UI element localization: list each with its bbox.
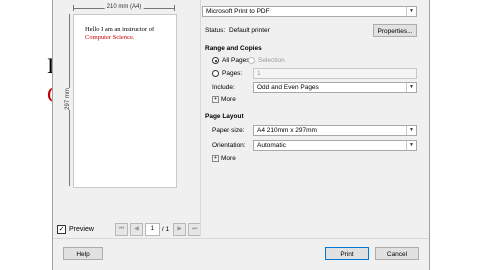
chevron-down-icon: ▼ (406, 141, 416, 150)
pages-input[interactable]: 1 (253, 68, 417, 79)
all-pages-radio[interactable] (212, 57, 219, 64)
properties-button[interactable]: Properties... (373, 24, 417, 37)
ruler-horizontal: 210 mm (A4) (73, 4, 175, 12)
paper-size-select[interactable]: A4 210mm x 297mm ▼ (253, 125, 417, 136)
previous-page-icon[interactable]: ◀ (129, 222, 143, 236)
preview-checkbox[interactable]: ✓ (57, 224, 66, 234)
selection-label: Selection (258, 57, 285, 64)
orientation-select[interactable]: Automatic ▼ (253, 140, 417, 151)
range-more-expander[interactable]: + More (212, 96, 236, 103)
expand-icon: + (212, 155, 219, 162)
chevron-down-icon: ▼ (406, 83, 416, 92)
page-preview: Hello I am an instructor of Computer Sci… (73, 14, 177, 188)
orientation-label: Orientation: (212, 142, 246, 149)
layout-heading: Page Layout (205, 113, 244, 120)
print-dialog: 210 mm (A4) 297 mm Hello I am an instruc… (52, 0, 430, 270)
next-page-icon[interactable]: ▶ (173, 222, 187, 236)
settings-panel: Microsoft Print to PDF ▼ Status: Default… (202, 0, 427, 238)
print-button[interactable]: Print (325, 247, 369, 260)
paper-size-label: Paper size: (212, 127, 245, 134)
pages-label: Pages: (222, 70, 243, 77)
range-more-label: More (221, 96, 236, 104)
status-value: Default printer (229, 27, 270, 34)
footer-divider (53, 238, 429, 239)
range-heading: Range and Copies (205, 45, 262, 52)
include-select-value: Odd and Even Pages (257, 84, 319, 91)
include-label: Include: (212, 84, 235, 91)
paper-size-value: A4 210mm x 297mm (257, 127, 317, 134)
expand-icon: + (212, 96, 219, 103)
include-select[interactable]: Odd and Even Pages ▼ (253, 82, 417, 93)
ruler-vertical: 297 mm (64, 14, 73, 186)
background-document (0, 0, 48, 270)
status-label: Status: (205, 27, 226, 34)
preview-navigation: ✓ Preview ⏮ ◀ 1 / 1 ▶ ⏭ (57, 222, 203, 236)
layout-more-label: More (221, 155, 236, 163)
page-number-input[interactable]: 1 (144, 222, 160, 236)
cancel-button[interactable]: Cancel (375, 247, 419, 260)
page-total: / 1 (161, 225, 170, 233)
layout-more-expander[interactable]: + More (212, 155, 236, 162)
help-button[interactable]: Help (63, 247, 103, 260)
ruler-width-label: 210 mm (A4) (104, 4, 144, 10)
ruler-height-label: 297 mm (64, 88, 71, 110)
background-document-right (429, 0, 480, 270)
preview-label: Preview (69, 225, 94, 233)
preview-text-line1: Hello I am an instructor of (85, 26, 155, 33)
selection-radio[interactable] (248, 57, 255, 64)
divider (200, 0, 201, 236)
all-pages-label: All Pages (222, 57, 250, 64)
chevron-down-icon: ▼ (406, 126, 416, 135)
printer-select-value: Microsoft Print to PDF (206, 8, 270, 15)
preview-text-line2: Computer Science. (85, 34, 135, 41)
printer-select[interactable]: Microsoft Print to PDF ▼ (202, 6, 417, 17)
pages-radio[interactable] (212, 70, 219, 77)
chevron-down-icon: ▼ (406, 7, 416, 16)
orientation-value: Automatic (257, 142, 286, 149)
first-page-icon[interactable]: ⏮ (114, 222, 128, 236)
